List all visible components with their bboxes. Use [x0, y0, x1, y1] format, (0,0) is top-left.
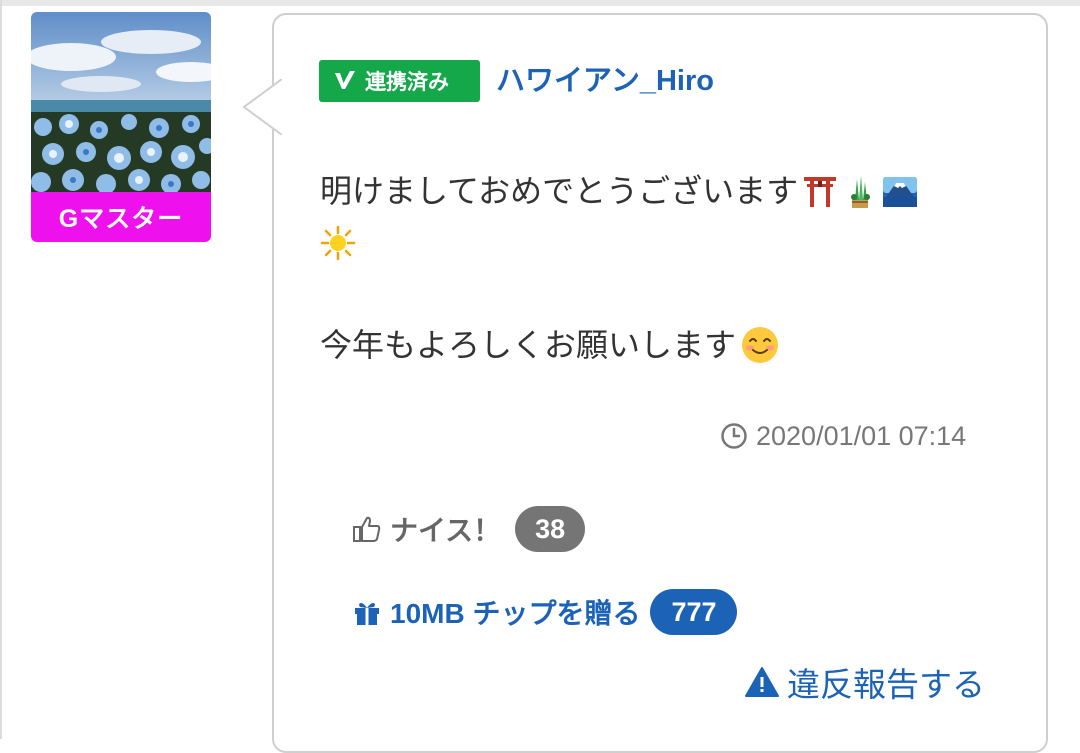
message-line-1: 明けましておめでとうございます	[320, 165, 1010, 217]
report-link[interactable]: 違反報告する	[745, 660, 985, 704]
avatar[interactable]: Gマスター	[31, 12, 211, 242]
linked-badge-label: 連携済み	[365, 71, 449, 94]
nice-label: ナイス！	[390, 515, 502, 546]
gift-icon	[355, 602, 379, 625]
smiling-face-icon	[742, 327, 779, 363]
username-link[interactable]: ハワイアン_Hiro	[496, 61, 714, 101]
message-line-1b	[320, 217, 1010, 269]
message-text-1: 明けましておめでとうございます	[320, 173, 799, 209]
avatar-photo	[31, 12, 211, 192]
tip-button[interactable]: 10MB チップを贈る 777	[352, 588, 738, 636]
post-bubble	[272, 13, 1048, 753]
kadomatsu-icon	[851, 175, 871, 208]
thumbs-up-icon	[353, 516, 381, 542]
timestamp-text: 2020/01/01 07:14	[756, 420, 967, 451]
post-timestamp: 2020/01/01 07:14	[720, 418, 1010, 454]
top-divider	[0, 0, 1080, 6]
message-line-2: 今年もよろしくお願いします	[320, 319, 1010, 371]
report-label: 違反報告する	[787, 666, 985, 703]
tip-count-badge: 777	[650, 589, 738, 635]
clock-icon	[721, 423, 747, 449]
post-message: 明けましておめでとうございます 今年もよろしくお願いします	[320, 165, 1010, 371]
nice-button[interactable]: ナイス！ 38	[352, 505, 586, 553]
check-icon	[335, 71, 355, 89]
linked-badge: 連携済み	[319, 60, 480, 102]
nice-count-badge: 38	[515, 506, 586, 552]
message-text-2: 今年もよろしくお願いします	[320, 327, 737, 363]
torii-icon	[804, 177, 837, 207]
warning-icon	[745, 667, 779, 697]
left-divider	[0, 0, 2, 739]
sparkle-sun-icon	[320, 225, 356, 261]
bubble-tail	[242, 79, 282, 135]
tip-label: 10MB チップを贈る	[390, 598, 641, 629]
mount-fuji-icon	[883, 177, 918, 207]
rank-badge: Gマスター	[31, 192, 211, 242]
